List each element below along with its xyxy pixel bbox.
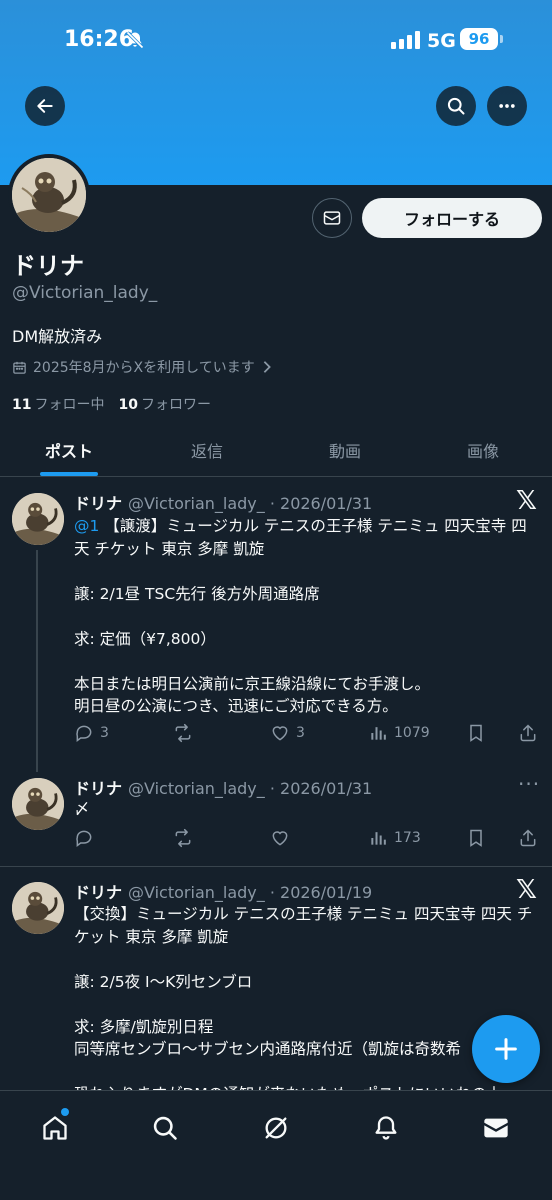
- post-divider: [0, 866, 552, 867]
- joined-text: 2025年8月からXを利用しています: [33, 360, 255, 376]
- following-link[interactable]: 11 フォロー中: [12, 394, 104, 414]
- post-actions: 173: [74, 828, 544, 852]
- views-button[interactable]: 173: [368, 828, 421, 848]
- follow-button[interactable]: フォローする: [362, 198, 542, 238]
- tab-videos[interactable]: 動画: [276, 423, 414, 476]
- battery-tip: [500, 35, 503, 43]
- repost-button[interactable]: [172, 723, 200, 743]
- thread-line: [36, 550, 38, 772]
- share-icon: [520, 724, 536, 742]
- tab-replies[interactable]: 返信: [138, 423, 276, 476]
- post-author[interactable]: ドリナ: [74, 494, 122, 513]
- repost-icon: [175, 828, 191, 848]
- post-avatar[interactable]: [12, 778, 64, 830]
- views-icon: [371, 727, 386, 740]
- post-avatar[interactable]: [12, 882, 64, 934]
- back-button[interactable]: [25, 86, 65, 126]
- share-button[interactable]: [518, 723, 538, 743]
- search-button[interactable]: [436, 86, 476, 126]
- nav-notifications[interactable]: [371, 1113, 401, 1143]
- calendar-icon: [13, 361, 26, 374]
- status-bar: 16:26 5G 96: [0, 0, 552, 80]
- followers-link[interactable]: 10 フォロワー: [118, 394, 210, 414]
- nav-home[interactable]: [40, 1113, 70, 1143]
- x-logo-icon: 𝕏: [516, 875, 537, 905]
- post-header: ドリナ @Victorian_lady_ · 2026/01/31: [74, 490, 372, 514]
- like-button[interactable]: [270, 828, 296, 848]
- notification-dot: [61, 1108, 69, 1116]
- repost-button[interactable]: [172, 828, 200, 848]
- battery-icon: 96: [460, 28, 498, 50]
- profile-bio: DM解放済み: [12, 327, 103, 346]
- reply-button[interactable]: 3: [74, 723, 109, 743]
- lemur-avatar-image: [12, 493, 64, 545]
- share-icon: [520, 829, 536, 847]
- reply-button[interactable]: [74, 828, 100, 848]
- post-avatar[interactable]: [12, 493, 64, 545]
- status-time: 16:26: [64, 27, 135, 52]
- lemur-avatar-image: [12, 882, 64, 934]
- nav-search[interactable]: [150, 1113, 180, 1143]
- profile-handle: @Victorian_lady_: [12, 283, 158, 303]
- signal-icon: [391, 31, 420, 49]
- bookmark-button[interactable]: [466, 828, 486, 848]
- like-button[interactable]: 3: [270, 723, 305, 743]
- joined-date[interactable]: 2025年8月からXを利用しています: [12, 357, 273, 377]
- post-author[interactable]: ドリナ: [74, 883, 122, 902]
- more-button[interactable]: [487, 86, 527, 126]
- home-icon: [43, 1116, 67, 1140]
- arrow-left-icon: [37, 99, 53, 113]
- post-meta: @Victorian_lady_ · 2026/01/31: [128, 494, 373, 513]
- reply-icon: [76, 725, 92, 742]
- envelope-icon: [323, 211, 341, 225]
- heart-icon: [272, 831, 288, 846]
- message-button[interactable]: [312, 198, 352, 238]
- views-button[interactable]: 1079: [368, 723, 430, 743]
- tab-images[interactable]: 画像: [414, 423, 552, 476]
- post-text: 【交換】ミュージカル テニスの王子様 テニミュ 四天宝寺 四天 チケット 東京 …: [74, 905, 533, 1090]
- post-text: 〆: [74, 800, 90, 818]
- envelope-icon: [484, 1118, 508, 1138]
- x-logo-icon: 𝕏: [516, 486, 537, 516]
- grok-icon: [265, 1117, 287, 1139]
- post-header: ドリナ @Victorian_lady_ · 2026/01/31: [74, 775, 372, 799]
- share-button[interactable]: [518, 828, 538, 848]
- nav-grok[interactable]: [261, 1113, 291, 1143]
- post-mention[interactable]: @1: [74, 517, 99, 535]
- bookmark-icon: [470, 724, 482, 742]
- post-actions: 3 3 1079: [74, 723, 544, 747]
- profile-tabs: ポスト 返信 動画 画像: [0, 423, 552, 477]
- reply-icon: [76, 830, 92, 847]
- nav-messages[interactable]: [481, 1113, 511, 1143]
- lemur-avatar-image: [12, 778, 64, 830]
- post-text: @1 【譲渡】ミュージカル テニスの王子様 テニミュ 四天宝寺 四天 チケット …: [74, 517, 527, 715]
- post-meta: @Victorian_lady_ · 2026/01/31: [128, 779, 373, 798]
- compose-button[interactable]: [472, 1015, 540, 1083]
- post-meta: @Victorian_lady_ · 2026/01/19: [128, 883, 373, 902]
- lemur-avatar-image: [12, 158, 86, 232]
- bottom-navigation: [0, 1090, 552, 1200]
- bell-slash-icon: [125, 30, 145, 54]
- post-header: ドリナ @Victorian_lady_ · 2026/01/19: [74, 879, 372, 903]
- repost-icon: [175, 723, 191, 743]
- bell-icon: [375, 1116, 397, 1140]
- chevron-right-icon: [263, 361, 271, 373]
- post-more-icon[interactable]: ···: [518, 772, 540, 796]
- network-type: 5G: [427, 30, 456, 52]
- profile-avatar[interactable]: [8, 154, 90, 236]
- plus-icon: [495, 1038, 517, 1060]
- search-icon: [153, 1116, 177, 1140]
- bookmark-icon: [470, 829, 482, 847]
- tab-posts[interactable]: ポスト: [0, 423, 138, 476]
- more-icon: [499, 104, 515, 108]
- views-icon: [371, 832, 386, 845]
- post-author[interactable]: ドリナ: [74, 779, 122, 798]
- bookmark-button[interactable]: [466, 723, 486, 743]
- profile-name: ドリナ: [12, 252, 84, 280]
- follow-counts: 11 フォロー中 10 フォロワー: [12, 394, 211, 414]
- heart-icon: [272, 726, 288, 741]
- search-icon: [447, 97, 465, 115]
